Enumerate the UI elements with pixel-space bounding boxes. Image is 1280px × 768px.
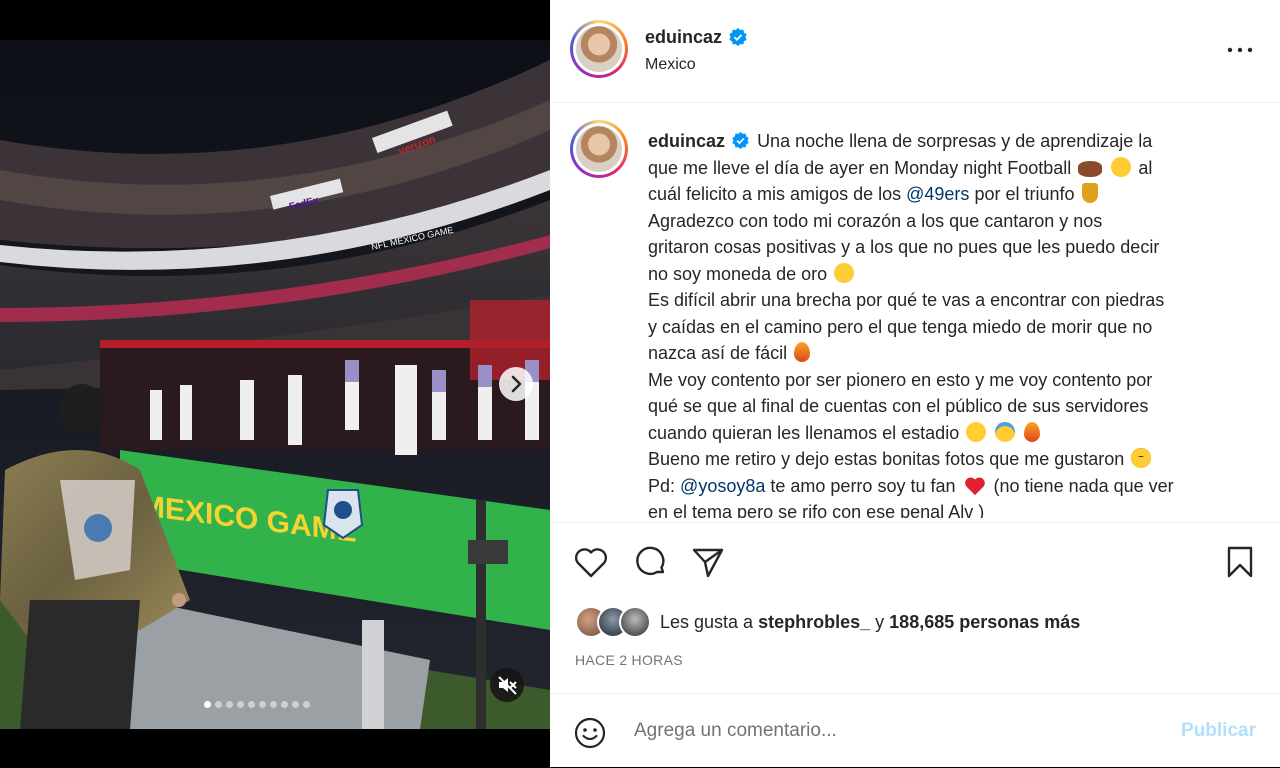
slide-dot-active[interactable] (204, 701, 211, 708)
heart-icon (574, 548, 608, 578)
caption-text-segment: al (1138, 157, 1153, 178)
caption-text-segment: por el triunfo (974, 184, 1075, 204)
football-emoji-icon (1078, 160, 1103, 177)
caption-text-segment: cuando quieran les llenamos el estadio (648, 422, 960, 443)
caption-text-segment: te amo perro soy tu fan (770, 475, 956, 496)
more-options-icon (1227, 47, 1253, 53)
likes-count[interactable]: 188,685 personas más (889, 612, 1080, 632)
caption-line: qué se que al final de cuentas con el pú… (648, 393, 1238, 420)
save-button[interactable] (1222, 545, 1258, 584)
caption-line: Bueno me retiro y dejo estas bonitas fot… (648, 446, 1238, 473)
caption-text-segment: que me lleve el día de ayer en Monday ni… (648, 157, 1072, 178)
caption-line: Me voy contento por ser pionero en esto … (648, 367, 1238, 394)
caption-text-segment: Es difícil abrir una brecha por qué te v… (648, 290, 1165, 310)
party-face-emoji-icon (995, 421, 1016, 442)
fire-emoji-icon (1024, 421, 1041, 442)
caption-text-segment: y caídas en el camino pero el que tenga … (648, 316, 1153, 337)
caption-username[interactable]: eduincaz (648, 131, 725, 151)
comment-button[interactable] (632, 545, 668, 584)
caption-text-segment: Bueno me retiro y dejo estas bonitas fot… (648, 449, 1125, 469)
fire-emoji-icon (794, 342, 811, 362)
liker-avatars[interactable] (575, 606, 655, 638)
caption-text-segment: en el tema pero se rifo con ese penal Al… (648, 502, 985, 518)
caption-line: gritaron cosas positivas y a los que no … (648, 234, 1238, 261)
verified-badge-icon (729, 28, 748, 47)
post-actions: Les gusta a stephrobles_ y 188,685 perso… (550, 522, 1280, 693)
verified-badge-icon (732, 132, 749, 150)
muted-speaker-icon (498, 676, 517, 695)
mention-link[interactable]: @49ers (906, 184, 969, 204)
comment-input[interactable] (632, 716, 1136, 746)
slide-dot[interactable] (237, 701, 244, 708)
caption-line: en el tema pero se rifo con ese penal Al… (648, 499, 1238, 518)
post-media[interactable]: verizon FedEx NFL MEXICO GAME MEXICO GAM… (0, 40, 550, 729)
emoji-picker-button[interactable] (573, 716, 607, 755)
slide-dot[interactable] (226, 701, 233, 708)
chevron-right-icon (511, 375, 522, 393)
caption-text-segment: nazca así de fácil (648, 343, 788, 363)
caption-line: Es difícil abrir una brecha por qué te v… (648, 287, 1238, 314)
grin-sweat-emoji-icon (1111, 156, 1132, 177)
slide-dot[interactable] (215, 701, 222, 708)
smiley-icon (574, 717, 606, 749)
like-button[interactable] (573, 545, 609, 584)
caption-line: Agradezco con todo mi corazón a los que … (648, 208, 1238, 235)
caption-line: no soy moneda de oro (648, 261, 1238, 288)
liker-avatar (619, 606, 651, 638)
caption-text-segment: cuál felicito a mis amigos de los (648, 184, 902, 204)
caption-text-segment: qué se que al final de cuentas con el pú… (648, 396, 1149, 416)
comment-icon (636, 546, 665, 575)
caption-text-segment: Pd: (648, 475, 676, 496)
caption-text-segment: Me voy contento por ser pionero en esto … (648, 369, 1153, 390)
caption-text: eduincaz Una noche llena de sorpresas y … (648, 128, 1238, 518)
caption-line: cuál felicito a mis amigos de los @49ers… (648, 181, 1238, 208)
caption-text-segment: no soy moneda de oro (648, 263, 828, 284)
mention-link[interactable]: @yosoy8a (680, 476, 765, 496)
caption-avatar[interactable] (570, 120, 628, 178)
caption-text-segment: gritaron cosas positivas y a los que no … (648, 237, 1160, 257)
stadium-photo: verizon FedEx NFL MEXICO GAME MEXICO GAM… (0, 40, 550, 729)
caption-line: que me lleve el día de ayer en Monday ni… (648, 155, 1238, 182)
publish-button[interactable]: Publicar (1181, 720, 1256, 742)
slide-dot[interactable] (270, 701, 277, 708)
caption-line: Pd: @yosoy8a te amo perro soy tu fan (no… (648, 473, 1238, 500)
more-options-button[interactable] (1222, 38, 1258, 62)
slide-dot[interactable] (248, 701, 255, 708)
next-slide-button[interactable] (499, 367, 533, 401)
slide-indicator (204, 701, 310, 708)
caption-line: eduincaz Una noche llena de sorpresas y … (648, 128, 1238, 155)
likes-connector: y (875, 612, 885, 632)
post-header: eduincaz Mexico (550, 0, 1280, 103)
caption-text-segment: Una noche llena de sorpresas y de aprend… (757, 131, 1153, 151)
share-button[interactable] (690, 545, 726, 584)
post-sidebar: eduincaz Mexico eduincaz Una noche llena… (550, 0, 1280, 767)
caption-text-segment: Agradezco con todo mi corazón a los que … (648, 210, 1103, 231)
mute-button[interactable] (490, 668, 524, 702)
liker-username[interactable]: stephrobles_ (758, 612, 870, 632)
avatar[interactable] (570, 20, 628, 78)
slide-dot[interactable] (292, 701, 299, 708)
tongue-wink-emoji-icon (966, 421, 987, 442)
caption-line: nazca así de fácil (648, 340, 1238, 367)
share-icon (692, 548, 724, 578)
slide-dot[interactable] (259, 701, 266, 708)
caption-text-segment: (no tiene nada que ver (993, 475, 1174, 496)
comment-box: Publicar (550, 693, 1280, 768)
header-username[interactable]: eduincaz (645, 27, 722, 47)
post-timestamp[interactable]: HACE 2 HORAS (575, 652, 683, 668)
bookmark-icon (1227, 546, 1253, 578)
trophy-emoji-icon (1081, 183, 1098, 203)
red-heart-emoji-icon (964, 477, 985, 495)
likes-summary: Les gusta a stephrobles_ y 188,685 perso… (660, 612, 1080, 633)
likes-prefix: Les gusta a (660, 612, 754, 632)
tongue-wink-emoji-icon (834, 262, 855, 283)
caption-line: cuando quieran les llenamos el estadio (648, 420, 1238, 447)
caption-line: y caídas en el camino pero el que tenga … (648, 314, 1238, 341)
header-location[interactable]: Mexico (645, 56, 696, 74)
slide-dot[interactable] (281, 701, 288, 708)
sunglasses-emoji-icon (1131, 448, 1152, 468)
slide-dot[interactable] (303, 701, 310, 708)
